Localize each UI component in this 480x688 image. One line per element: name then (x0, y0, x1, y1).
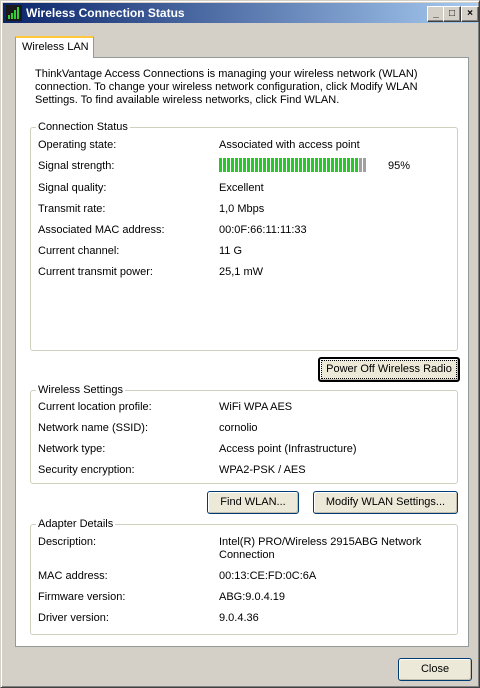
transmit-rate-value: 1,0 Mbps (219, 203, 265, 215)
operating-state-label: Operating state: (38, 139, 117, 151)
group-title: Adapter Details (36, 518, 116, 530)
signal-segment (339, 158, 342, 172)
maximize-button[interactable]: □ (443, 6, 461, 22)
description-value: Intel(R) PRO/Wireless 2915ABG Network Co… (219, 536, 422, 561)
driver-version-label: Driver version: (38, 612, 109, 624)
location-profile-value: WiFi WPA AES (219, 401, 293, 413)
firmware-version-label: Firmware version: (38, 591, 126, 603)
signal-segment (327, 158, 330, 172)
signal-segment (343, 158, 346, 172)
signal-segment (295, 158, 298, 172)
signal-segment (355, 158, 358, 172)
transmit-rate-label: Transmit rate: (38, 203, 106, 215)
signal-segment (307, 158, 310, 172)
signal-segment (351, 158, 354, 172)
mac-address-value: 00:13:CE:FD:0C:6A (219, 570, 317, 582)
signal-segment (287, 158, 290, 172)
current-channel-value: 11 G (219, 245, 243, 257)
close-window-button[interactable]: × (461, 6, 479, 22)
driver-version-value: 9.0.4.36 (219, 612, 259, 624)
group-title: Wireless Settings (36, 384, 125, 396)
signal-segment (251, 158, 254, 172)
signal-segment (331, 158, 334, 172)
signal-quality-value: Excellent (219, 182, 264, 194)
firmware-version-value: ABG:9.0.4.19 (219, 591, 286, 603)
signal-segment (247, 158, 250, 172)
signal-strength-value: 95% (388, 160, 411, 172)
signal-strength-label: Signal strength: (38, 160, 115, 172)
signal-segment (311, 158, 314, 172)
signal-segment (263, 158, 266, 172)
security-encryption-value: WPA2-PSK / AES (219, 464, 306, 476)
modify-wlan-settings-button[interactable]: Modify WLAN Settings... (313, 491, 458, 514)
tab-label: Wireless LAN (22, 41, 89, 53)
current-channel-label: Current channel: (38, 245, 120, 257)
signal-segment (271, 158, 274, 172)
ssid-value: cornolio (219, 422, 258, 434)
network-type-label: Network type: (38, 443, 106, 455)
signal-segment (315, 158, 318, 172)
close-button[interactable]: Close (398, 658, 472, 681)
signal-segment (335, 158, 338, 172)
signal-segment (283, 158, 286, 172)
location-profile-label: Current location profile: (38, 401, 152, 413)
network-type-value: Access point (Infrastructure) (219, 443, 357, 455)
intro-text: ThinkVantage Access Connections is manag… (35, 68, 418, 106)
ssid-label: Network name (SSID): (38, 422, 149, 434)
wireless-signal-icon (6, 5, 22, 21)
security-encryption-label: Security encryption: (38, 464, 135, 476)
description-label: Description: (38, 536, 97, 548)
signal-segment (323, 158, 326, 172)
wireless-status-window: Wireless Connection Status _ □ × Wireles… (0, 0, 480, 688)
signal-segment (275, 158, 278, 172)
associated-mac-value: 00:0F:66:11:11:33 (219, 224, 307, 236)
signal-segment (231, 158, 234, 172)
signal-segment (347, 158, 350, 172)
signal-segment (303, 158, 306, 172)
signal-segment (363, 158, 366, 172)
group-title: Connection Status (36, 121, 130, 133)
associated-mac-label: Associated MAC address: (38, 224, 165, 236)
signal-segment (239, 158, 242, 172)
signal-segment (227, 158, 230, 172)
signal-segment (223, 158, 226, 172)
tab-wireless-lan[interactable]: Wireless LAN (15, 36, 94, 58)
signal-strength-meter (219, 158, 369, 172)
signal-segment (359, 158, 362, 172)
signal-segment (219, 158, 222, 172)
signal-segment (291, 158, 294, 172)
title-bar[interactable]: Wireless Connection Status _ □ × (3, 3, 479, 23)
find-wlan-button[interactable]: Find WLAN... (207, 491, 299, 514)
signal-segment (243, 158, 246, 172)
signal-segment (267, 158, 270, 172)
mac-address-label: MAC address: (38, 570, 108, 582)
signal-segment (319, 158, 322, 172)
signal-segment (235, 158, 238, 172)
signal-quality-label: Signal quality: (38, 182, 107, 194)
transmit-power-value: 25,1 mW (219, 266, 264, 278)
signal-segment (259, 158, 262, 172)
window-title: Wireless Connection Status (26, 6, 185, 20)
signal-segment (299, 158, 302, 172)
signal-segment (279, 158, 282, 172)
transmit-power-label: Current transmit power: (38, 266, 153, 278)
operating-state-value: Associated with access point (219, 139, 360, 151)
signal-segment (255, 158, 258, 172)
power-off-radio-button[interactable]: Power Off Wireless Radio (318, 357, 460, 382)
